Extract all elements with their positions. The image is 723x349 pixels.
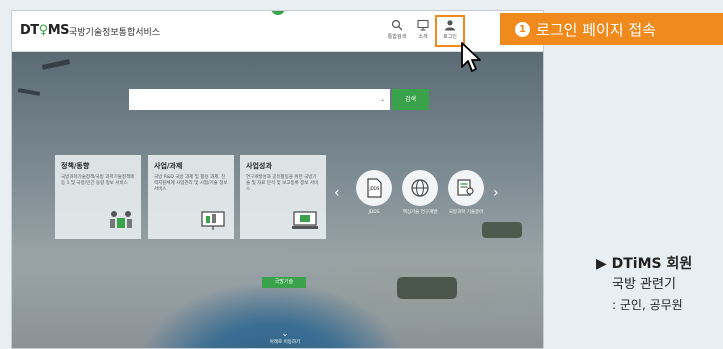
scroll-hint-label: 아래로 이동하기	[269, 340, 301, 345]
carousel-label: 국방과학 기술용어	[448, 210, 484, 215]
fighter-jet-image-2	[17, 88, 41, 96]
hero-banner: ⌄ 검색 정책/동향 국방과학기술정책/국방 과학기술정책에 동 1 및 국방/…	[12, 52, 543, 348]
notes-line: 국방 관련기	[612, 277, 676, 292]
mouse-cursor-icon	[461, 42, 481, 72]
carousel-item-core-tech[interactable]	[402, 170, 438, 206]
carousel-item-glossary[interactable]	[448, 170, 484, 206]
card-desc: 국방 R&D 국방 과제 및 활용 과제, 전력지원체계 사업관리 및 시험/기…	[154, 175, 228, 192]
carousel-label: JDDS	[368, 210, 380, 215]
step-callout-text: 로그인 페이지 접속	[536, 20, 656, 39]
book-search-icon	[457, 179, 474, 196]
intro-button-label: 소개	[418, 34, 428, 40]
intro-button[interactable]: 소개	[410, 17, 436, 45]
search-button[interactable]: 통합검색	[384, 17, 410, 45]
logo-text: DT	[20, 23, 39, 38]
card-projects[interactable]: 사업/과제 국방 R&D 국방 과제 및 활용 과제, 전력지원체계 사업관리 …	[148, 155, 234, 239]
carousel-prev-button[interactable]: ‹	[334, 185, 340, 201]
fighter-jet-image	[41, 59, 71, 70]
member-notes: ▶ DTiMS 회원 국방 관련기 : 군인, 공무원	[596, 254, 723, 315]
tank-image	[482, 222, 522, 238]
search-submit-button[interactable]: 검색	[392, 89, 429, 110]
card-desc: 연구개발성과 공유활동을 위한 국방기술 및 자료 분석 및 보고등록 정보 서…	[246, 175, 319, 192]
logo[interactable]: DT♀MS	[20, 23, 70, 38]
step-number-badge: 1	[515, 21, 530, 37]
user-icon	[445, 20, 455, 31]
tank-image-2	[397, 277, 457, 299]
card-title: 사업성과	[246, 162, 272, 170]
search-button-label: 통합검색	[387, 34, 407, 40]
presentation-icon	[201, 211, 225, 230]
scroll-down-button[interactable]: ⌄ 아래로 이동하기	[262, 329, 308, 346]
top-indicator	[271, 11, 285, 15]
carousel-item-jdds[interactable]: JDDS	[356, 170, 392, 206]
people-chart-icon	[110, 211, 132, 228]
card-desc: 국방과학기술정책/국방 과학기술정책에 동 1 및 국방/민간 동향 정보 서비…	[61, 175, 135, 186]
document-icon: JDDS	[367, 178, 382, 198]
card-title: 정책/동향	[61, 162, 90, 170]
search-input[interactable]	[129, 89, 390, 110]
logo-text-2: MS	[47, 23, 70, 38]
chevron-down-icon: ⌄	[281, 329, 289, 339]
notes-heading: ▶ DTiMS 회원	[596, 256, 693, 272]
carousel-next-button[interactable]: ›	[493, 185, 499, 201]
card-results[interactable]: 사업성과 연구개발성과 공유활동을 위한 국방기술 및 자료 분석 및 보고등록…	[240, 155, 326, 239]
svg-text:JDDS: JDDS	[369, 186, 380, 191]
site-name: 국방기술정보통합서비스	[69, 28, 161, 38]
login-button-label: 로그인	[443, 34, 457, 40]
logo-pin-icon: ♀	[38, 23, 49, 38]
carousel-label: 핵심기술 연구개발	[402, 210, 438, 215]
monitor-icon	[417, 19, 429, 31]
card-policy[interactable]: 정책/동향 국방과학기술정책/국방 과학기술정책에 동 1 및 국방/민간 동향…	[55, 155, 141, 239]
monitor-report-icon	[292, 211, 318, 229]
globe-icon	[411, 179, 429, 197]
search-icon	[391, 19, 403, 31]
step-callout: 1 로그인 페이지 접속	[500, 13, 723, 45]
card-title: 사업/과제	[154, 162, 183, 170]
defense-tech-tag[interactable]: 국방기술	[262, 277, 306, 288]
search-dropdown-icon[interactable]: ⌄	[380, 96, 385, 103]
notes-line: : 군인, 공무원	[612, 298, 683, 312]
